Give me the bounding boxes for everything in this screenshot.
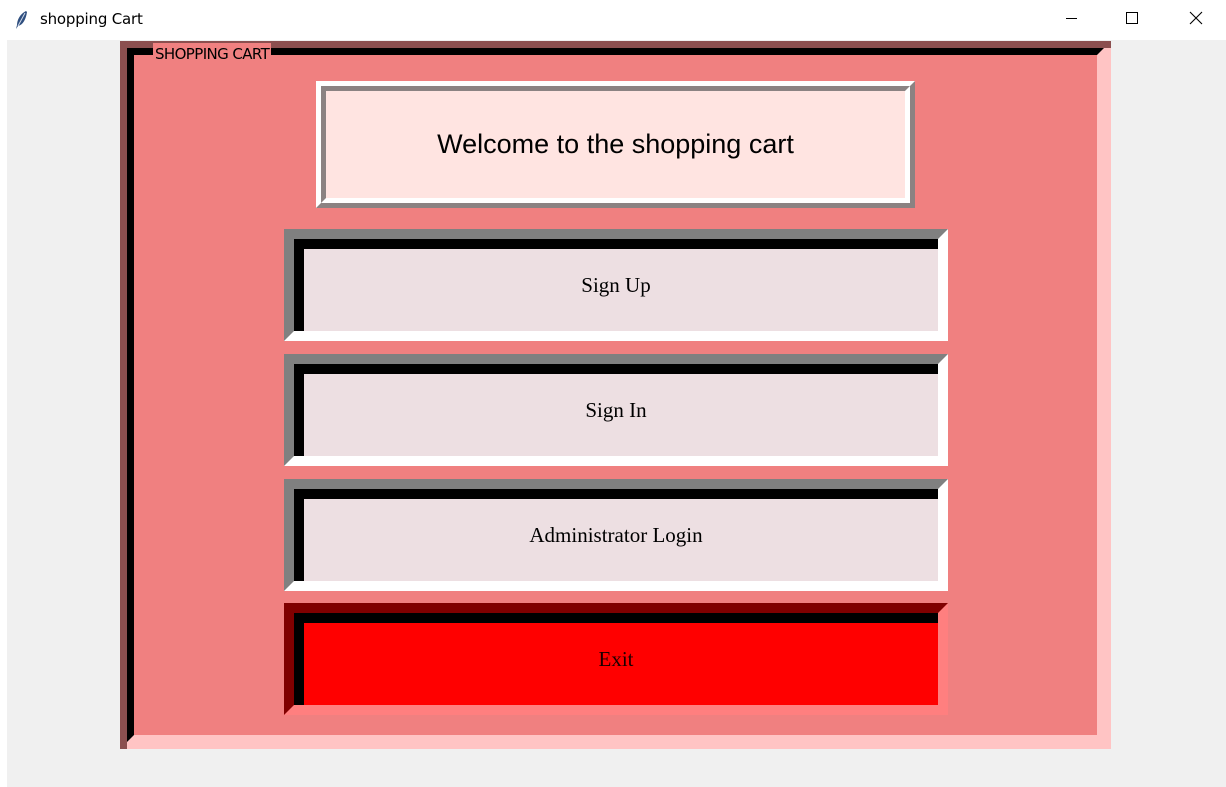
window-title: shopping Cart (40, 10, 143, 28)
sign-up-label: Sign Up (581, 272, 651, 297)
frame-label: SHOPPING CART (153, 43, 272, 65)
minimize-icon (1066, 11, 1078, 29)
close-button[interactable] (1166, 0, 1226, 40)
title-bar: shopping Cart (0, 0, 1226, 40)
sign-up-button[interactable]: Sign Up (284, 229, 948, 341)
window-client-area: SHOPPING CART Welcome to the shopping ca… (7, 40, 1226, 787)
administrator-login-label: Administrator Login (529, 522, 703, 547)
maximize-button[interactable] (1102, 0, 1162, 40)
sign-in-button[interactable]: Sign In (284, 354, 948, 466)
exit-button[interactable]: Exit (284, 603, 948, 715)
minimize-button[interactable] (1042, 0, 1102, 40)
close-icon (1189, 11, 1203, 30)
administrator-login-button[interactable]: Administrator Login (284, 479, 948, 591)
maximize-icon (1126, 11, 1138, 29)
feather-icon (14, 10, 30, 30)
welcome-text: Welcome to the shopping cart (437, 129, 794, 159)
exit-label: Exit (598, 646, 634, 671)
welcome-banner: Welcome to the shopping cart (316, 81, 915, 208)
sign-in-label: Sign In (585, 397, 647, 422)
